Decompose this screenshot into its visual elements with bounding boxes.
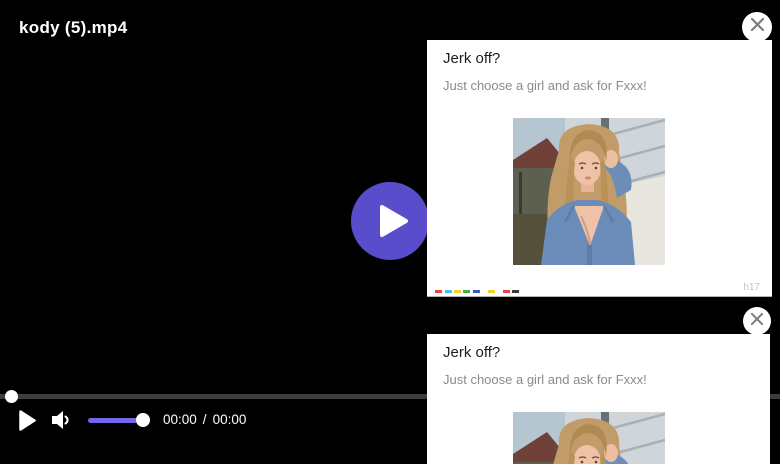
time-separator: / <box>203 412 207 427</box>
ad-marker-dash <box>503 290 510 293</box>
ad-marker-dash <box>512 290 519 293</box>
ad-body: Just choose a girl and ask for Fxxx! <box>443 78 647 93</box>
ad-marker-dash <box>435 290 442 293</box>
popup-ad-2: Jerk off? Just choose a girl and ask for… <box>427 334 770 464</box>
close-button-popup-2[interactable] <box>743 307 771 335</box>
current-time: 00:00 <box>163 412 197 427</box>
close-icon <box>751 18 764 36</box>
volume-slider[interactable] <box>88 413 152 427</box>
play-icon <box>19 418 36 435</box>
ad-marker-row <box>427 290 772 294</box>
video-title: kody (5).mp4 <box>19 18 127 38</box>
progress-thumb[interactable] <box>5 390 18 403</box>
volume-icon <box>52 417 71 434</box>
ad-heading: Jerk off? <box>443 344 500 361</box>
close-icon <box>751 312 763 330</box>
mute-button[interactable] <box>52 410 71 430</box>
ad-heading: Jerk off? <box>443 50 500 67</box>
ad-body: Just choose a girl and ask for Fxxx! <box>443 372 647 387</box>
close-button-popup-1[interactable] <box>742 12 772 42</box>
ad-marker-dash <box>445 290 452 293</box>
duration: 00:00 <box>213 412 247 427</box>
big-play-button[interactable] <box>351 182 429 260</box>
play-button[interactable] <box>19 410 36 431</box>
ad-marker-dash <box>463 290 470 293</box>
ad-marker-dash <box>473 290 480 293</box>
play-icon <box>372 204 409 238</box>
ad-marker-dash <box>454 290 461 293</box>
ad-badge: h17 <box>743 282 760 293</box>
ad-marker-dash <box>488 290 495 293</box>
ad-photo[interactable] <box>513 412 665 464</box>
volume-thumb[interactable] <box>136 413 150 427</box>
popup-ad-1: Jerk off? Just choose a girl and ask for… <box>427 40 772 297</box>
ad-photo[interactable] <box>513 118 665 265</box>
time-display: 00:00 / 00:00 <box>163 412 246 427</box>
